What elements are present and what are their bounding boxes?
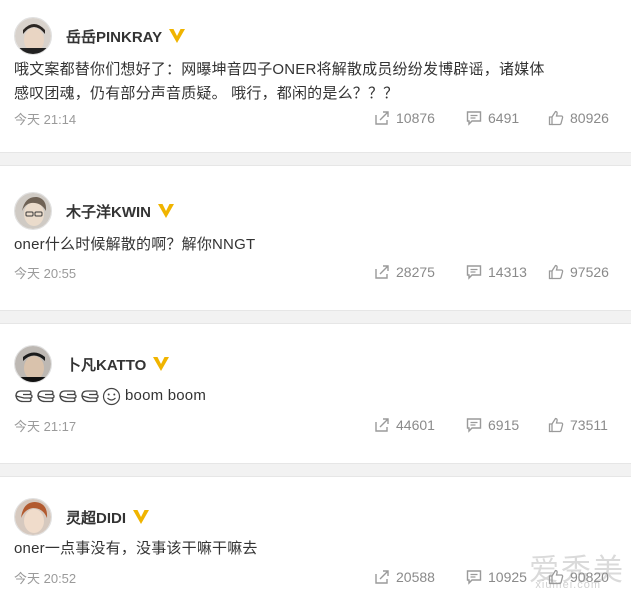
like-count: 90820: [570, 569, 609, 585]
post-footer: 今天 20:52 20588 10925 90820: [14, 566, 617, 588]
share-icon: [375, 265, 389, 279]
hand-emoji-icon: [59, 390, 77, 403]
verified-v-icon: [158, 204, 174, 218]
post-footer: 今天 20:55 28275 14313 97526: [14, 261, 617, 283]
comment-icon: [466, 111, 482, 126]
comment-icon: [466, 418, 482, 433]
thumbs-up-icon: [548, 110, 564, 126]
post-header: 岳岳PINKRAY: [14, 16, 186, 56]
comment-count: 14313: [488, 264, 527, 280]
like-count: 80926: [570, 110, 609, 126]
post-card: 灵超DIDI oner一点事没有，没事该干嘛干嘛去 今天 20:52 20588: [0, 477, 631, 601]
repost-button[interactable]: 10876: [374, 110, 466, 126]
post-card: 木子洋KWIN oner什么时候解散的啊？解你NNGT 今天 20:55 282…: [0, 166, 631, 310]
content-text: boom boom: [125, 387, 207, 404]
like-button[interactable]: 73511: [548, 417, 617, 433]
post-card: 卜凡KATTO boom boom 今天 21:17 44601 6915 73…: [0, 324, 631, 463]
repost-count: 44601: [396, 417, 435, 433]
post-header: 卜凡KATTO: [14, 344, 170, 384]
post-footer: 今天 21:17 44601 6915 73511: [14, 414, 617, 436]
thumbs-up-icon: [548, 569, 564, 585]
repost-count: 28275: [396, 264, 435, 280]
verified-v-icon: [153, 357, 170, 371]
comment-button[interactable]: 6491: [466, 110, 548, 126]
thumbs-up-icon: [548, 264, 564, 280]
avatar[interactable]: [14, 498, 52, 536]
post-content: oner一点事没有，没事该干嘛干嘛去: [14, 537, 614, 561]
like-count: 73511: [570, 417, 608, 433]
avatar[interactable]: [14, 17, 52, 55]
repost-button[interactable]: 28275: [374, 264, 466, 280]
post-content: oner什么时候解散的啊？解你NNGT: [14, 233, 614, 257]
verified-v-icon: [133, 510, 150, 524]
comment-icon: [466, 570, 482, 585]
comment-count: 6915: [488, 417, 520, 433]
repost-button[interactable]: 44601: [374, 417, 466, 433]
post-divider: [0, 310, 631, 324]
weibo-feed: 岳岳PINKRAY 哦文案都替你们想好了：网曝坤音四子ONER将解散成员纷纷发博…: [0, 0, 631, 601]
avatar-image: [15, 499, 51, 535]
comment-button[interactable]: 6915: [466, 417, 548, 433]
repost-button[interactable]: 20588: [374, 569, 466, 585]
repost-count: 10876: [396, 110, 435, 126]
avatar[interactable]: [14, 192, 52, 230]
post-card: 岳岳PINKRAY 哦文案都替你们想好了：网曝坤音四子ONER将解散成员纷纷发博…: [0, 0, 631, 152]
content-line: 感叹团魂，仍有部分声音质疑。 哦行，都闲的是么？？？: [14, 85, 399, 102]
avatar-image: [15, 193, 51, 229]
username[interactable]: 灵超DIDI: [66, 507, 126, 528]
avatar[interactable]: [14, 345, 52, 383]
action-bar: 28275 14313 97526: [374, 261, 617, 283]
content-line: oner一点事没有，没事该干嘛干嘛去: [14, 540, 258, 557]
avatar-image: [15, 346, 51, 382]
comment-button[interactable]: 10925: [466, 569, 548, 585]
share-icon: [375, 418, 389, 432]
content-line: 哦文案都替你们想好了：网曝坤音四子ONER将解散成员纷纷发博辟谣，诸媒体: [14, 61, 545, 78]
username[interactable]: 岳岳PINKRAY: [66, 26, 162, 47]
post-divider: [0, 463, 631, 477]
timestamp: 今天 20:55: [14, 265, 77, 281]
comment-count: 10925: [488, 569, 527, 585]
smile-emoji-icon: [102, 387, 121, 405]
action-bar: 44601 6915 73511: [374, 414, 617, 436]
hand-emoji-icon: [37, 390, 55, 403]
content-line: oner什么时候解散的啊？解你NNGT: [14, 236, 256, 253]
comment-count: 6491: [488, 110, 520, 126]
like-button[interactable]: 80926: [548, 110, 617, 126]
share-icon: [375, 570, 389, 584]
timestamp: 今天 20:52: [14, 570, 77, 586]
share-icon: [375, 111, 389, 125]
timestamp: 今天 21:17: [14, 418, 77, 434]
repost-count: 20588: [396, 569, 435, 585]
like-count: 97526: [570, 264, 609, 280]
post-content: boom boom: [14, 384, 614, 408]
post-divider: [0, 152, 631, 166]
action-bar: 10876 6491 80926: [374, 107, 617, 129]
thumbs-up-icon: [548, 417, 564, 433]
timestamp: 今天 21:14: [14, 111, 77, 127]
avatar-image: [15, 18, 51, 54]
action-bar: 20588 10925 90820: [374, 566, 617, 588]
hand-emoji-icon: [81, 390, 99, 403]
username[interactable]: 卜凡KATTO: [66, 354, 146, 375]
username[interactable]: 木子洋KWIN: [66, 201, 151, 222]
post-content: 哦文案都替你们想好了：网曝坤音四子ONER将解散成员纷纷发博辟谣，诸媒体 感叹团…: [14, 58, 614, 106]
content-line: boom boom: [14, 384, 614, 408]
verified-v-icon: [169, 29, 186, 43]
post-header: 灵超DIDI: [14, 497, 150, 537]
comment-button[interactable]: 14313: [466, 264, 548, 280]
hand-emoji-icon: [15, 390, 33, 403]
post-footer: 今天 21:14 10876 6491 80926: [14, 107, 617, 129]
post-header: 木子洋KWIN: [14, 191, 175, 231]
comment-icon: [466, 265, 482, 280]
like-button[interactable]: 97526: [548, 264, 617, 280]
like-button[interactable]: 90820: [548, 569, 617, 585]
